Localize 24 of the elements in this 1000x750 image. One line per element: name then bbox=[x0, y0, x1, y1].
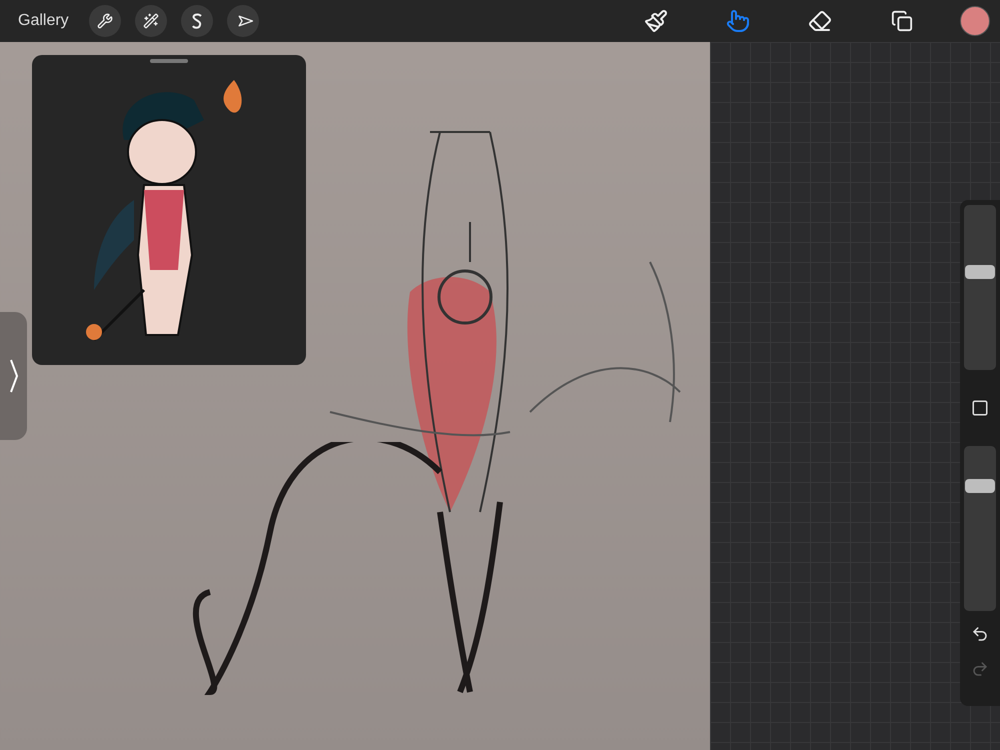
brush-icon bbox=[644, 9, 668, 33]
wrench-icon bbox=[96, 13, 113, 29]
wrench-button[interactable] bbox=[88, 5, 121, 37]
chevron-right-icon bbox=[8, 358, 18, 394]
gallery-button[interactable]: Gallery bbox=[18, 12, 69, 30]
drawing-canvas[interactable] bbox=[0, 42, 710, 750]
selection-button[interactable] bbox=[180, 5, 213, 37]
color-swatch[interactable] bbox=[960, 6, 990, 36]
arrow-button[interactable] bbox=[226, 5, 259, 37]
magic-wand-button[interactable] bbox=[134, 5, 167, 37]
opacity-slider[interactable] bbox=[964, 446, 996, 611]
square-icon bbox=[971, 399, 989, 417]
s-curve-icon bbox=[190, 13, 204, 29]
redo-icon bbox=[971, 660, 989, 678]
brush-size-slider[interactable] bbox=[964, 205, 996, 370]
slider-thumb[interactable] bbox=[965, 479, 995, 494]
eraser-icon bbox=[808, 9, 832, 33]
magic-wand-icon bbox=[142, 13, 159, 29]
undo-icon bbox=[971, 625, 989, 643]
sidebar-toggle[interactable] bbox=[0, 312, 27, 440]
drag-handle[interactable] bbox=[150, 59, 188, 63]
slider-thumb[interactable] bbox=[965, 265, 995, 280]
layers-icon bbox=[891, 10, 913, 32]
finger-icon bbox=[726, 9, 750, 33]
